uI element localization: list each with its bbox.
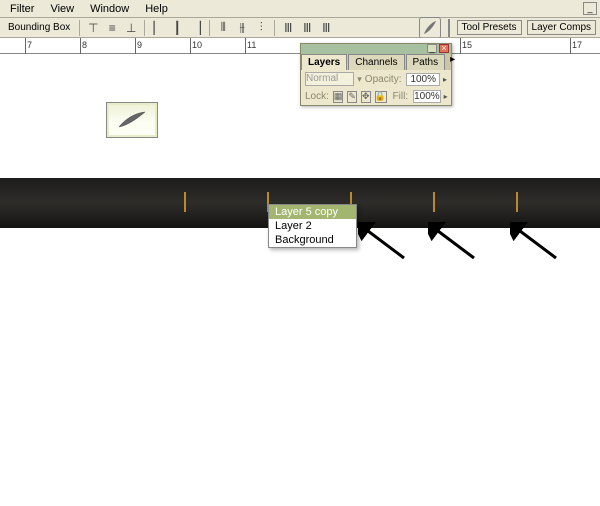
ruler-label: 10 [192, 40, 202, 50]
align-icons-group-1: ⊤ ≡ ⊥ [85, 20, 139, 36]
menubar: Filter View Window Help _ [0, 0, 600, 18]
gold-separator [184, 192, 186, 212]
tool-presets-button[interactable]: Tool Presets [457, 20, 522, 35]
feather-icon [117, 111, 147, 129]
toolbar-separator [79, 20, 80, 36]
context-menu-item[interactable]: Layer 2 [269, 219, 356, 233]
ruler-label: 8 [82, 40, 87, 50]
panel-minimize-icon[interactable]: _ [427, 44, 437, 53]
align-bottom-icon[interactable]: ⊥ [123, 20, 139, 36]
toolbar-separator [144, 20, 145, 36]
distribute-vcenter-icon[interactable]: ⫵ [234, 20, 250, 36]
context-menu-item[interactable]: Layer 5 copy [269, 205, 356, 219]
distribute-bottom-icon[interactable]: ⫶ [253, 20, 269, 36]
panel-menu-icon[interactable]: ▸ [446, 54, 459, 70]
layers-panel[interactable]: _ × Layers Channels Paths ▸ Normal ▾ Opa… [300, 43, 452, 106]
layer-context-menu: Layer 5 copy Layer 2 Background [268, 204, 357, 248]
annotation-arrow [428, 222, 476, 262]
right-toolbar: Tool Presets Layer Comps [419, 17, 597, 39]
annotation-arrow [510, 222, 558, 262]
lock-transparency-icon[interactable]: ▦ [333, 91, 344, 103]
fill-field[interactable]: 100% [413, 90, 441, 103]
panel-close-icon[interactable]: × [439, 44, 449, 53]
opacity-field[interactable]: 100% [406, 73, 440, 86]
distribute-hcenter-icon[interactable]: Ⅲ [299, 20, 315, 36]
ruler-label: 7 [27, 40, 32, 50]
align-top-icon[interactable]: ⊤ [85, 20, 101, 36]
gold-separator [433, 192, 435, 212]
ruler-label: 15 [462, 40, 472, 50]
align-left-icon[interactable]: ▏ [150, 20, 166, 36]
lock-label: Lock: [305, 91, 329, 102]
tab-paths[interactable]: Paths [406, 54, 446, 70]
align-icons-group-2: ▏ ┃ ▕ [150, 20, 204, 36]
lock-all-icon[interactable]: 🔒 [375, 91, 387, 103]
opacity-label: Opacity: [365, 74, 402, 85]
blend-mode-select[interactable]: Normal [305, 72, 354, 86]
lock-pixels-icon[interactable]: ✎ [347, 91, 357, 103]
lock-fill-row: Lock: ▦ ✎ ✥ 🔒 Fill: 100% ▸ [301, 88, 451, 105]
distribute-icons-group-2: Ⅲ Ⅲ Ⅲ [280, 20, 334, 36]
align-hcenter-icon[interactable]: ┃ [169, 20, 185, 36]
gold-separator [516, 192, 518, 212]
distribute-icons-group: ⫴ ⫵ ⫶ [215, 20, 269, 36]
fill-label: Fill: [393, 91, 409, 102]
menu-window[interactable]: Window [82, 1, 137, 17]
tab-layers[interactable]: Layers [301, 54, 347, 70]
ruler-label: 11 [247, 40, 256, 50]
canvas[interactable]: _ × Layers Channels Paths ▸ Normal ▾ Opa… [0, 54, 600, 494]
toolbar-separator [274, 20, 275, 36]
align-right-icon[interactable]: ▕ [188, 20, 204, 36]
distribute-left-icon[interactable]: Ⅲ [280, 20, 296, 36]
distribute-right-icon[interactable]: Ⅲ [318, 20, 334, 36]
brush-preview-icon[interactable] [419, 17, 441, 39]
context-menu-item[interactable]: Background [269, 233, 356, 247]
menu-view[interactable]: View [42, 1, 82, 17]
menu-help[interactable]: Help [137, 1, 176, 17]
options-bar: Bounding Box ⊤ ≡ ⊥ ▏ ┃ ▕ ⫴ ⫵ ⫶ Ⅲ Ⅲ Ⅲ Too… [0, 18, 600, 38]
distribute-top-icon[interactable]: ⫴ [215, 20, 231, 36]
ruler-label: 17 [572, 40, 582, 50]
ruler-label: 9 [137, 40, 142, 50]
blend-opacity-row: Normal ▾ Opacity: 100% ▸ [301, 70, 451, 88]
align-vcenter-icon[interactable]: ≡ [104, 20, 120, 36]
toolbar-separator [209, 20, 210, 36]
bounding-box-label: Bounding Box [4, 22, 74, 33]
layers-panel-titlebar[interactable]: _ × [301, 44, 451, 54]
toolbar-separator [448, 19, 450, 37]
minimize-button[interactable]: _ [583, 2, 597, 15]
annotation-arrow [358, 222, 406, 262]
layer-comps-button[interactable]: Layer Comps [527, 20, 596, 35]
layers-panel-tabs: Layers Channels Paths ▸ [301, 54, 451, 70]
tab-channels[interactable]: Channels [348, 54, 404, 70]
menu-filter[interactable]: Filter [2, 1, 42, 17]
canvas-thumbnail [106, 102, 158, 138]
lock-position-icon[interactable]: ✥ [361, 91, 371, 103]
